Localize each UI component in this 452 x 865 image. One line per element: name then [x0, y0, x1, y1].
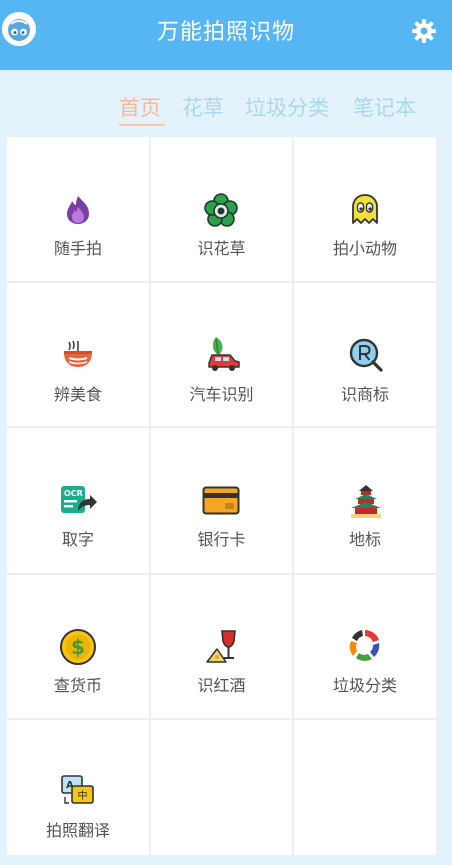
ocr-icon: OCR	[60, 484, 98, 518]
feature-label: 随手拍	[53, 239, 102, 258]
feature-label: 地标	[348, 530, 381, 549]
flower-icon	[204, 193, 238, 227]
car-icon	[204, 335, 242, 373]
feature-landmark[interactable]: 地标	[294, 428, 436, 573]
feature-label: 识商标	[340, 385, 389, 404]
feature-currency[interactable]: $ 查货币	[7, 575, 149, 718]
feature-grid: 随手拍 识花草 拍小动物 辨美食 汽车识别 识商标 OCR 取字 银行卡 地标 …	[7, 137, 436, 855]
coin-icon: $	[59, 628, 97, 666]
translate-icon: A 中	[61, 775, 95, 807]
feature-ocr[interactable]: OCR 取字	[7, 428, 149, 573]
bank-card-icon	[202, 486, 240, 516]
feature-car[interactable]: 汽车识别	[151, 283, 292, 426]
feature-food[interactable]: 辨美食	[7, 283, 149, 426]
flame-icon	[61, 193, 95, 227]
gear-icon[interactable]	[411, 18, 437, 44]
feature-label: 识红酒	[197, 676, 246, 695]
feature-label: 拍小动物	[332, 239, 397, 258]
tab-garbage[interactable]: 垃圾分类	[245, 92, 329, 122]
tab-home[interactable]: 首页	[119, 92, 161, 122]
feature-label: 辨美食	[53, 385, 102, 404]
feature-label: 查货币	[53, 676, 102, 695]
recycle-icon	[346, 626, 384, 664]
feature-bank-card[interactable]: 银行卡	[151, 428, 292, 573]
empty-cell	[294, 720, 436, 855]
app-header: 万能拍照识物	[0, 0, 452, 70]
wine-icon	[204, 628, 240, 666]
feature-label: 银行卡	[197, 530, 246, 549]
feature-animals[interactable]: 拍小动物	[294, 137, 436, 281]
feature-wine[interactable]: 识红酒	[151, 575, 292, 718]
tab-bar: 首页 花草 垃圾分类 笔记本	[0, 70, 452, 130]
page-title: 万能拍照识物	[156, 20, 295, 45]
feature-flowers[interactable]: 识花草	[151, 137, 292, 281]
feature-label: 拍照翻译	[45, 821, 110, 840]
tab-notebook[interactable]: 笔记本	[353, 92, 416, 122]
feature-snap[interactable]: 随手拍	[7, 137, 149, 281]
empty-cell	[151, 720, 292, 855]
bowl-icon	[61, 338, 95, 372]
svg-text:中: 中	[78, 789, 88, 802]
feature-translate[interactable]: A 中 拍照翻译	[7, 720, 149, 855]
trademark-icon	[348, 337, 383, 372]
active-tab-indicator	[119, 124, 165, 126]
landmark-icon	[348, 483, 384, 519]
feature-label: 汽车识别	[189, 385, 254, 404]
svg-text:$: $	[71, 635, 85, 659]
feature-label: 识花草	[197, 239, 246, 258]
tab-flowers[interactable]: 花草	[182, 92, 224, 122]
svg-text:OCR: OCR	[64, 489, 83, 498]
feature-trademark[interactable]: 识商标	[294, 283, 436, 426]
feature-label: 取字	[61, 530, 94, 549]
feature-garbage[interactable]: 垃圾分类	[294, 575, 436, 718]
feature-label: 垃圾分类	[332, 676, 397, 695]
ghost-icon	[348, 192, 382, 226]
